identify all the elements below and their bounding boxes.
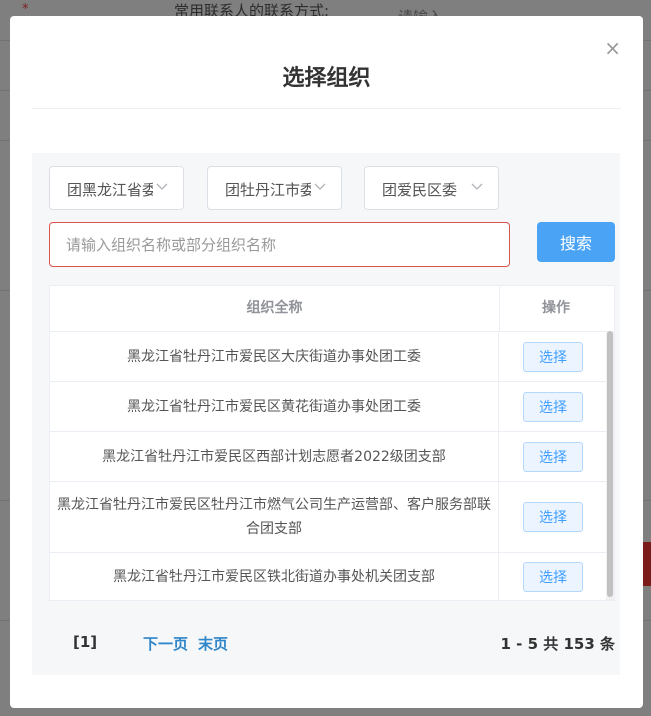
dialog-title: 选择组织	[282, 66, 371, 91]
select-button[interactable]: 选择	[523, 391, 583, 422]
table-row: 黑龙江省牡丹江市爱民区铁北街道办事处机关团支部 选择	[50, 553, 606, 600]
column-header-name: 组织全称	[50, 286, 500, 331]
column-header-action: 操作	[542, 300, 570, 316]
chevron-down-icon	[471, 183, 483, 190]
select-button[interactable]: 选择	[523, 341, 583, 372]
city-select-value: 团牡丹江市委	[225, 181, 311, 199]
select-organization-dialog: × 选择组织 团黑龙江省委 团牡丹江市委 团爱民区委 搜索 组织全称	[10, 16, 643, 708]
select-button[interactable]: 选择	[523, 562, 583, 592]
province-select-value: 团黑龙江省委	[67, 181, 153, 199]
table-scrollbar[interactable]	[606, 331, 614, 600]
table-row: 黑龙江省牡丹江市爱民区西部计划志愿者2022级团支部 选择	[50, 432, 606, 482]
chevron-down-icon	[314, 183, 326, 190]
next-page-link[interactable]: 下一页	[143, 633, 188, 654]
district-select[interactable]: 团爱民区委	[364, 166, 499, 210]
select-button[interactable]: 选择	[523, 502, 583, 532]
table-row: 黑龙江省牡丹江市爱民区牡丹江市燃气公司生产运营部、客户服务部联合团支部 选择	[50, 482, 606, 553]
background-button	[643, 542, 651, 586]
district-select-value: 团爱民区委	[382, 181, 458, 199]
required-mark: *	[22, 2, 29, 17]
dialog-body: 团黑龙江省委 团牡丹江市委 团爱民区委 搜索 组织全称 操作 黑	[32, 153, 620, 675]
current-page: [1]	[73, 633, 98, 651]
city-select[interactable]: 团牡丹江市委	[207, 166, 342, 210]
pagination: [1] 下一页 末页 1 - 5 共 153 条	[49, 633, 615, 657]
table-row: 黑龙江省牡丹江市爱民区黄花街道办事处团工委 选择	[50, 382, 606, 432]
close-icon[interactable]: ×	[604, 38, 621, 58]
organization-name: 黑龙江省牡丹江市爱民区西部计划志愿者2022级团支部	[50, 432, 499, 481]
province-select[interactable]: 团黑龙江省委	[49, 166, 184, 210]
table-header: 组织全称 操作	[50, 286, 614, 332]
title-divider	[32, 108, 621, 109]
last-page-link[interactable]: 末页	[198, 633, 228, 654]
organization-table: 组织全称 操作 黑龙江省牡丹江市爱民区大庆街道办事处团工委 选择 黑龙江省牡丹江…	[49, 285, 615, 601]
scrollbar-thumb[interactable]	[607, 331, 613, 597]
organization-search-input[interactable]	[49, 222, 510, 267]
search-button[interactable]: 搜索	[537, 222, 615, 262]
chevron-down-icon	[156, 183, 168, 190]
organization-name: 黑龙江省牡丹江市爱民区大庆街道办事处团工委	[50, 332, 499, 381]
result-count: 1 - 5 共 153 条	[500, 635, 615, 653]
organization-name: 黑龙江省牡丹江市爱民区铁北街道办事处机关团支部	[50, 553, 499, 600]
table-row: 黑龙江省牡丹江市爱民区大庆街道办事处团工委 选择	[50, 332, 606, 382]
organization-name: 黑龙江省牡丹江市爱民区黄花街道办事处团工委	[50, 382, 499, 431]
select-button[interactable]: 选择	[523, 441, 583, 472]
organization-name: 黑龙江省牡丹江市爱民区牡丹江市燃气公司生产运营部、客户服务部联合团支部	[50, 482, 499, 552]
